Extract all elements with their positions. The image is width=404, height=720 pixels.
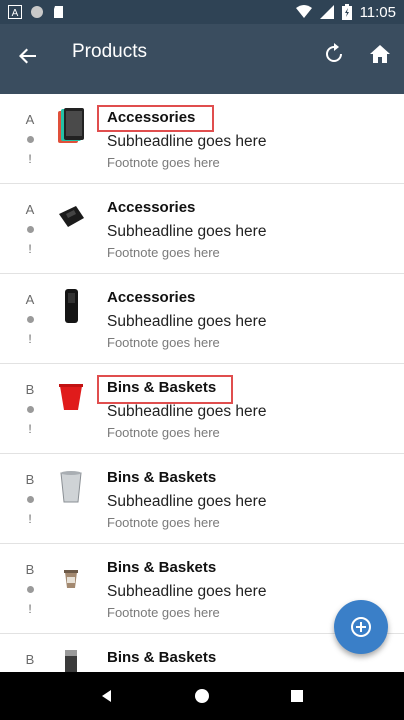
status-left-icons: A — [8, 5, 66, 19]
navigation-bar — [0, 672, 404, 720]
item-footnote: Footnote goes here — [107, 245, 220, 260]
nav-recents-button[interactable] — [283, 682, 311, 710]
status-exclamation: ! — [28, 602, 32, 616]
holster-icon — [56, 288, 86, 324]
status-exclamation: ! — [28, 152, 32, 166]
status-dot-icon — [26, 496, 34, 503]
item-footnote: Footnote goes here — [107, 155, 220, 170]
status-letter: B — [25, 472, 35, 487]
item-subheadline: Subheadline goes here — [107, 133, 267, 150]
tablet-icon — [56, 108, 86, 144]
status-dot-icon — [26, 586, 34, 593]
item-footnote: Footnote goes here — [107, 515, 220, 530]
row-status: B ! — [24, 470, 36, 529]
sd-card-icon — [54, 6, 63, 18]
item-title: Bins & Baskets — [107, 469, 217, 486]
back-arrow-icon[interactable] — [14, 42, 42, 70]
item-subheadline: Subheadline goes here — [107, 493, 267, 510]
product-list: A ! Accessories Subheadline goes here Fo… — [0, 94, 404, 672]
item-title: Accessories — [107, 289, 196, 306]
status-letter: A — [25, 112, 35, 127]
item-footnote: Footnote goes here — [107, 335, 220, 350]
status-right-icons: 11:05 — [295, 3, 396, 21]
status-letter: B — [25, 562, 35, 577]
back-triangle-icon — [102, 690, 112, 702]
red-bin-icon — [56, 378, 86, 414]
item-title: Bins & Baskets — [107, 649, 217, 666]
item-title: Bins & Baskets — [107, 559, 217, 576]
status-letter: A — [25, 292, 35, 307]
item-title: Accessories — [107, 109, 196, 126]
item-subheadline: Subheadline goes here — [107, 223, 267, 240]
add-circle-icon — [351, 617, 371, 637]
status-time: 11:05 — [359, 3, 396, 21]
a-icon: A — [8, 5, 22, 19]
list-item[interactable]: A ! Accessories Subheadline goes here Fo… — [0, 94, 404, 184]
row-status: A ! — [24, 110, 36, 169]
wifi-icon — [295, 5, 312, 18]
home-circle-icon — [194, 689, 209, 703]
status-exclamation: ! — [28, 332, 32, 346]
status-exclamation: ! — [28, 422, 32, 436]
item-subheadline: Subheadline goes here — [107, 583, 267, 600]
list-item[interactable]: A ! Accessories Subheadline goes here Fo… — [0, 274, 404, 364]
status-dot-icon — [26, 136, 34, 143]
row-status: A ! — [24, 200, 36, 259]
row-status: A ! — [24, 290, 36, 349]
recents-square-icon — [290, 690, 303, 702]
item-subheadline: Subheadline goes here — [107, 313, 267, 330]
item-footnote: Footnote goes here — [107, 605, 220, 620]
status-dot-icon — [26, 406, 34, 413]
row-status: B ! — [24, 650, 36, 672]
item-title: Bins & Baskets — [107, 379, 217, 396]
case-icon — [56, 198, 86, 234]
list-item[interactable]: B ! Bins & Baskets Subheadline goes here… — [0, 364, 404, 454]
list-item[interactable]: A ! Accessories Subheadline goes here Fo… — [0, 184, 404, 274]
canister-icon — [56, 648, 86, 672]
battery-icon — [341, 4, 352, 20]
row-status: B ! — [24, 560, 36, 619]
status-letter: B — [25, 652, 35, 667]
circle-icon — [31, 6, 43, 18]
status-letter: A — [25, 202, 35, 217]
nav-home-button[interactable] — [188, 682, 216, 710]
status-exclamation: ! — [28, 242, 32, 256]
add-button[interactable] — [334, 600, 388, 654]
status-exclamation: ! — [28, 512, 32, 526]
page-title: Products — [72, 41, 147, 62]
refresh-icon[interactable] — [320, 40, 348, 68]
status-letter: B — [25, 382, 35, 397]
item-subheadline: Subheadline goes here — [107, 403, 267, 420]
status-dot-icon — [26, 226, 34, 233]
cup-icon — [56, 558, 86, 594]
app-bar: Products — [0, 24, 404, 94]
row-status: B ! — [24, 380, 36, 439]
status-bar: A 11:05 — [0, 0, 404, 24]
signal-icon — [319, 5, 334, 19]
list-item[interactable]: B ! Bins & Baskets Subheadline goes here… — [0, 454, 404, 544]
home-icon[interactable] — [366, 40, 394, 68]
wastebasket-icon — [56, 468, 86, 504]
svg-text:A: A — [12, 8, 19, 19]
nav-back-button[interactable] — [93, 682, 121, 710]
item-title: Accessories — [107, 199, 196, 216]
status-dot-icon — [26, 316, 34, 323]
item-footnote: Footnote goes here — [107, 425, 220, 440]
